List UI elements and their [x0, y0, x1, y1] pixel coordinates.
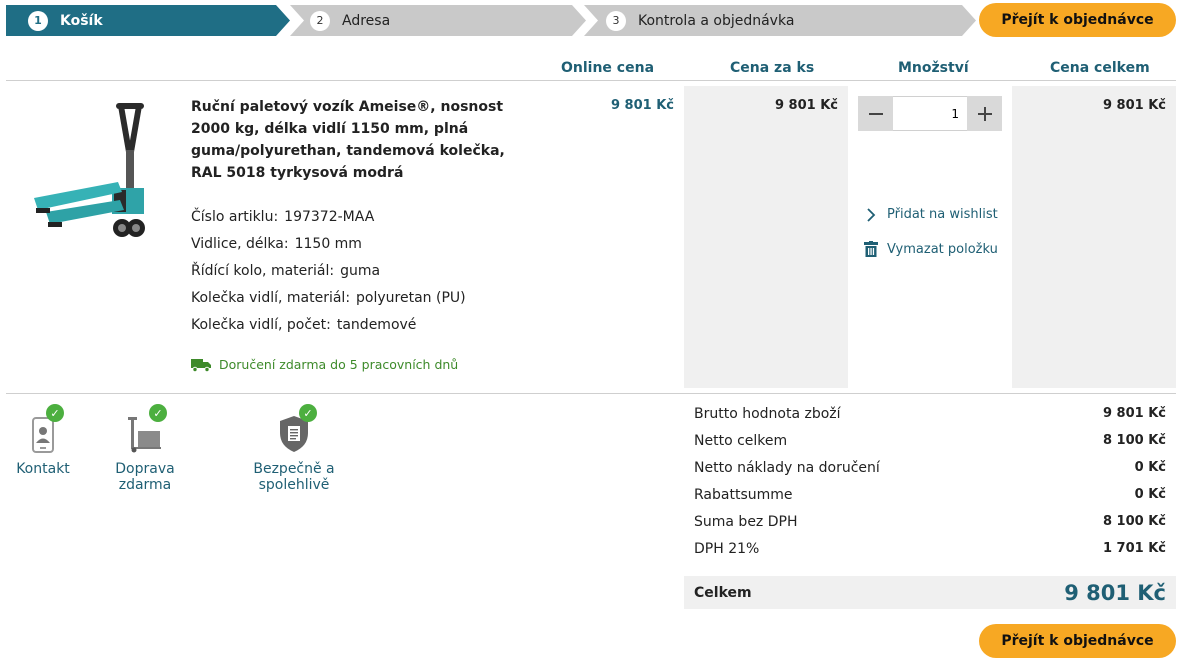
- attribute-row: Kolečka vidlí, počet: tandemové: [191, 312, 466, 339]
- summary-row: Netto celkem 8 100 Kč: [694, 433, 1166, 449]
- delete-item-link[interactable]: Vymazat položku: [862, 241, 998, 257]
- wishlist-label: Přidat na wishlist: [887, 207, 998, 222]
- summary-label: DPH 21%: [694, 541, 760, 557]
- order-total: Celkem 9 801 Kč: [684, 576, 1176, 609]
- summary-value: 9 801 Kč: [1102, 406, 1166, 421]
- step-number: 1: [28, 10, 48, 31]
- total-price-column: [1012, 86, 1176, 388]
- proceed-to-order-button-bottom[interactable]: Přejít k objednávce: [979, 624, 1176, 658]
- attribute-value: polyuretan (PU): [356, 290, 466, 306]
- feature-contact[interactable]: ✓ Kontakt: [16, 404, 70, 477]
- summary-value: 8 100 Kč: [1102, 514, 1166, 529]
- check-icon: ✓: [149, 404, 167, 422]
- feature-free-shipping[interactable]: ✓ Doprava zdarma: [89, 404, 201, 493]
- feature-label: Bezpečně a spolehlivě: [253, 461, 335, 493]
- trash-icon: [862, 241, 880, 257]
- step-number: 3: [606, 10, 626, 31]
- summary-label: Netto celkem: [694, 433, 788, 449]
- step-label: Adresa: [342, 12, 391, 29]
- plus-icon: [977, 106, 992, 121]
- truck-icon: [191, 358, 211, 372]
- step-review-order[interactable]: 3 Kontrola a objednávka: [584, 5, 976, 36]
- line-total-value: 9 801 Kč: [1102, 98, 1166, 113]
- delivery-info: Doručení zdarma do 5 pracovních dnů: [191, 357, 458, 372]
- phone-contact-icon: [32, 417, 54, 453]
- summary-label: Rabattsumme: [694, 487, 793, 503]
- summary-row: Rabattsumme 0 Kč: [694, 487, 1166, 503]
- attribute-label: Číslo artiklu:: [191, 209, 279, 225]
- feature-secure[interactable]: ✓ Bezpečně a spolehlivě: [219, 404, 369, 493]
- decrease-quantity-button[interactable]: [858, 96, 893, 131]
- attribute-value: guma: [340, 263, 381, 279]
- divider: [6, 393, 1176, 394]
- online-price-value: 9 801 Kč: [610, 98, 674, 113]
- total-label: Celkem: [694, 584, 752, 601]
- delete-label: Vymazat položku: [887, 241, 998, 257]
- summary-row: Brutto hodnota zboží 9 801 Kč: [694, 406, 1166, 422]
- total-value: 9 801 Kč: [1064, 580, 1166, 605]
- attribute-value: 197372-MAA: [284, 209, 375, 225]
- step-label: Košík: [60, 12, 103, 29]
- column-header-total-price: Cena celkem: [1050, 60, 1150, 76]
- step-number: 2: [310, 10, 330, 31]
- delivery-text: Doručení zdarma do 5 pracovních dnů: [219, 357, 459, 372]
- column-header-online-price: Online cena: [561, 60, 655, 76]
- divider: [6, 80, 1176, 81]
- check-icon: ✓: [299, 404, 317, 422]
- attribute-value: 1150 mm: [294, 236, 362, 252]
- summary-row: Netto náklady na doručení 0 Kč: [694, 460, 1166, 476]
- increase-quantity-button[interactable]: [967, 96, 1002, 131]
- attribute-label: Vidlice, délka:: [191, 236, 289, 252]
- attribute-row: Kolečka vidlí, materiál: polyuretan (PU): [191, 285, 466, 312]
- add-to-wishlist-link[interactable]: Přidat na wishlist: [862, 207, 998, 222]
- product-attributes: Číslo artiklu: 197372-MAA Vidlice, délka:…: [191, 204, 466, 339]
- feature-label: Doprava zdarma: [115, 461, 175, 493]
- summary-value: 0 Kč: [1134, 460, 1166, 475]
- column-header-quantity: Množství: [898, 60, 969, 76]
- quantity-stepper: [858, 96, 1002, 131]
- attribute-value: tandemové: [336, 317, 417, 333]
- checkout-steps: 1 Košík 2 Adresa 3 Kontrola a objednávka: [6, 5, 976, 37]
- summary-row: DPH 21% 1 701 Kč: [694, 541, 1166, 557]
- feature-label: Kontakt: [16, 461, 70, 477]
- attribute-label: Kolečka vidlí, materiál:: [191, 290, 351, 306]
- column-header-unit-price: Cena za ks: [730, 60, 815, 76]
- minus-icon: [868, 112, 883, 115]
- step-address[interactable]: 2 Adresa: [290, 5, 586, 36]
- proceed-to-order-button[interactable]: Přejít k objednávce: [979, 3, 1176, 37]
- attribute-label: Kolečka vidlí, počet:: [191, 317, 331, 333]
- product-image[interactable]: [26, 100, 156, 245]
- summary-row: Suma bez DPH 8 100 Kč: [694, 514, 1166, 530]
- attribute-row: Řídící kolo, materiál: guma: [191, 258, 466, 285]
- summary-value: 8 100 Kč: [1102, 433, 1166, 448]
- product-title[interactable]: Ruční paletový vozík Ameise®, nosnost 20…: [191, 96, 511, 184]
- attribute-row: Vidlice, délka: 1150 mm: [191, 231, 466, 258]
- attribute-label: Řídící kolo, materiál:: [191, 263, 335, 279]
- check-icon: ✓: [46, 404, 64, 422]
- summary-value: 1 701 Kč: [1102, 541, 1166, 556]
- quantity-input[interactable]: [893, 96, 967, 131]
- unit-price-column: [684, 86, 848, 388]
- summary-label: Netto náklady na doručení: [694, 460, 880, 476]
- step-label: Kontrola a objednávka: [638, 12, 795, 29]
- unit-price-value: 9 801 Kč: [774, 98, 838, 113]
- summary-label: Brutto hodnota zboží: [694, 406, 841, 422]
- chevron-right-icon: [862, 207, 880, 222]
- attribute-row: Číslo artiklu: 197372-MAA: [191, 204, 466, 231]
- summary-value: 0 Kč: [1134, 487, 1166, 502]
- step-cart[interactable]: 1 Košík: [6, 5, 290, 36]
- summary-label: Suma bez DPH: [694, 514, 798, 530]
